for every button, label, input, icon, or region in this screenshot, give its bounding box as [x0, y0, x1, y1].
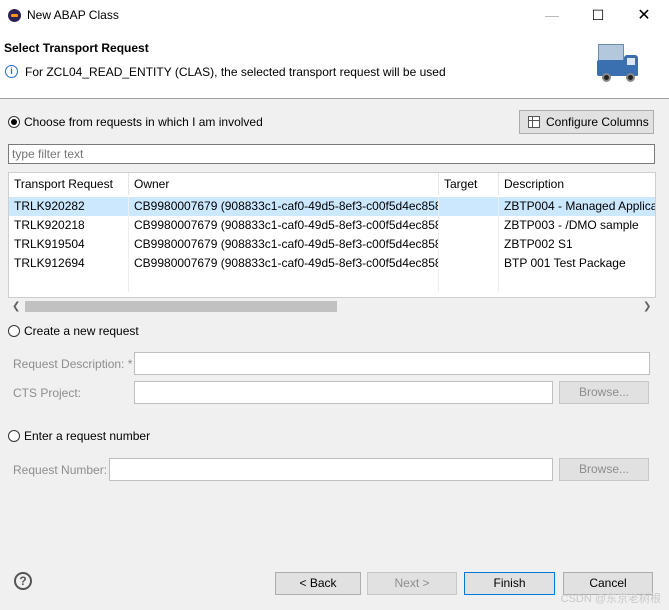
cell-target	[439, 235, 499, 254]
create-request-label: Create a new request	[24, 324, 139, 338]
scrollbar-thumb[interactable]	[25, 301, 337, 312]
cell-owner: CB9980007679 (908833c1-caf0-49d5-8ef3-c0…	[129, 235, 439, 254]
column-header-owner[interactable]: Owner	[129, 173, 439, 195]
cell-target	[439, 254, 499, 273]
choose-requests-radio[interactable]	[8, 116, 20, 128]
help-icon[interactable]: ?	[14, 572, 32, 590]
enter-request-label: Enter a request number	[24, 429, 151, 443]
table-row[interactable]: TRLK912694 CB9980007679 (908833c1-caf0-4…	[9, 254, 655, 273]
cell-target	[439, 216, 499, 235]
configure-columns-label: Configure Columns	[546, 115, 649, 129]
column-header-transport-request[interactable]: Transport Request	[9, 173, 129, 195]
banner-message: For ZCL04_READ_ENTITY (CLAS), the select…	[25, 65, 446, 79]
maximize-button[interactable]: ☐	[575, 0, 621, 31]
filter-input[interactable]	[8, 144, 655, 164]
enter-request-radio[interactable]	[8, 430, 20, 442]
request-number-input[interactable]	[109, 458, 553, 481]
request-number-label: Request Number:	[13, 463, 108, 477]
column-header-description[interactable]: Description	[499, 173, 655, 195]
request-description-label: Request Description: *	[13, 357, 133, 371]
scroll-right-icon[interactable]: ❯	[643, 298, 651, 315]
cell-request: TRLK919504	[9, 235, 129, 254]
table-row[interactable]: TRLK920218 CB9980007679 (908833c1-caf0-4…	[9, 216, 655, 235]
next-button[interactable]: Next >	[367, 572, 457, 595]
request-description-input[interactable]	[134, 352, 650, 375]
page-title: Select Transport Request	[4, 41, 149, 55]
table-row[interactable]: TRLK919504 CB9980007679 (908833c1-caf0-4…	[9, 235, 655, 254]
cell-description: ZBTP002 S1	[504, 237, 573, 251]
cell-owner: CB9980007679 (908833c1-caf0-49d5-8ef3-c0…	[129, 254, 439, 273]
cell-request: TRLK920218	[9, 216, 129, 235]
cell-request: TRLK920282	[9, 197, 129, 216]
number-browse-button[interactable]: Browse...	[559, 458, 649, 481]
cell-description: ZBTP004 - Managed Applicati	[504, 199, 656, 213]
choose-requests-label: Choose from requests in which I am invol…	[24, 115, 263, 129]
watermark: CSDN @东京老树根	[560, 593, 661, 605]
configure-columns-button[interactable]: Configure Columns	[519, 110, 654, 134]
cell-owner: CB9980007679 (908833c1-caf0-49d5-8ef3-c0…	[129, 216, 439, 235]
cell-request: TRLK912694	[9, 254, 129, 273]
cell-description: ZBTP003 - /DMO sample	[504, 218, 639, 232]
cts-browse-button[interactable]: Browse...	[559, 381, 649, 404]
create-request-radio[interactable]	[8, 325, 20, 337]
minimize-button[interactable]: —	[529, 0, 575, 31]
cell-target	[439, 197, 499, 216]
table-row[interactable]: TRLK920282 CB9980007679 (908833c1-caf0-4…	[9, 197, 655, 216]
close-button[interactable]: ✕	[621, 0, 667, 31]
cts-project-input[interactable]	[134, 381, 553, 404]
column-header-target[interactable]: Target	[439, 173, 499, 195]
info-icon: i	[5, 65, 18, 78]
back-button[interactable]: < Back	[275, 572, 361, 595]
columns-icon	[528, 116, 540, 128]
transport-request-table: Transport Request Owner Target Descripti…	[8, 172, 656, 298]
window-title: New ABAP Class	[27, 8, 119, 22]
table-row-empty	[9, 273, 655, 292]
cts-project-label: CTS Project:	[13, 386, 82, 400]
cell-description: BTP 001 Test Package	[504, 256, 626, 270]
eclipse-icon	[8, 9, 21, 22]
scroll-left-icon[interactable]: ❮	[12, 298, 20, 315]
finish-button[interactable]: Finish	[464, 572, 555, 595]
cell-owner: CB9980007679 (908833c1-caf0-49d5-8ef3-c0…	[129, 197, 439, 216]
